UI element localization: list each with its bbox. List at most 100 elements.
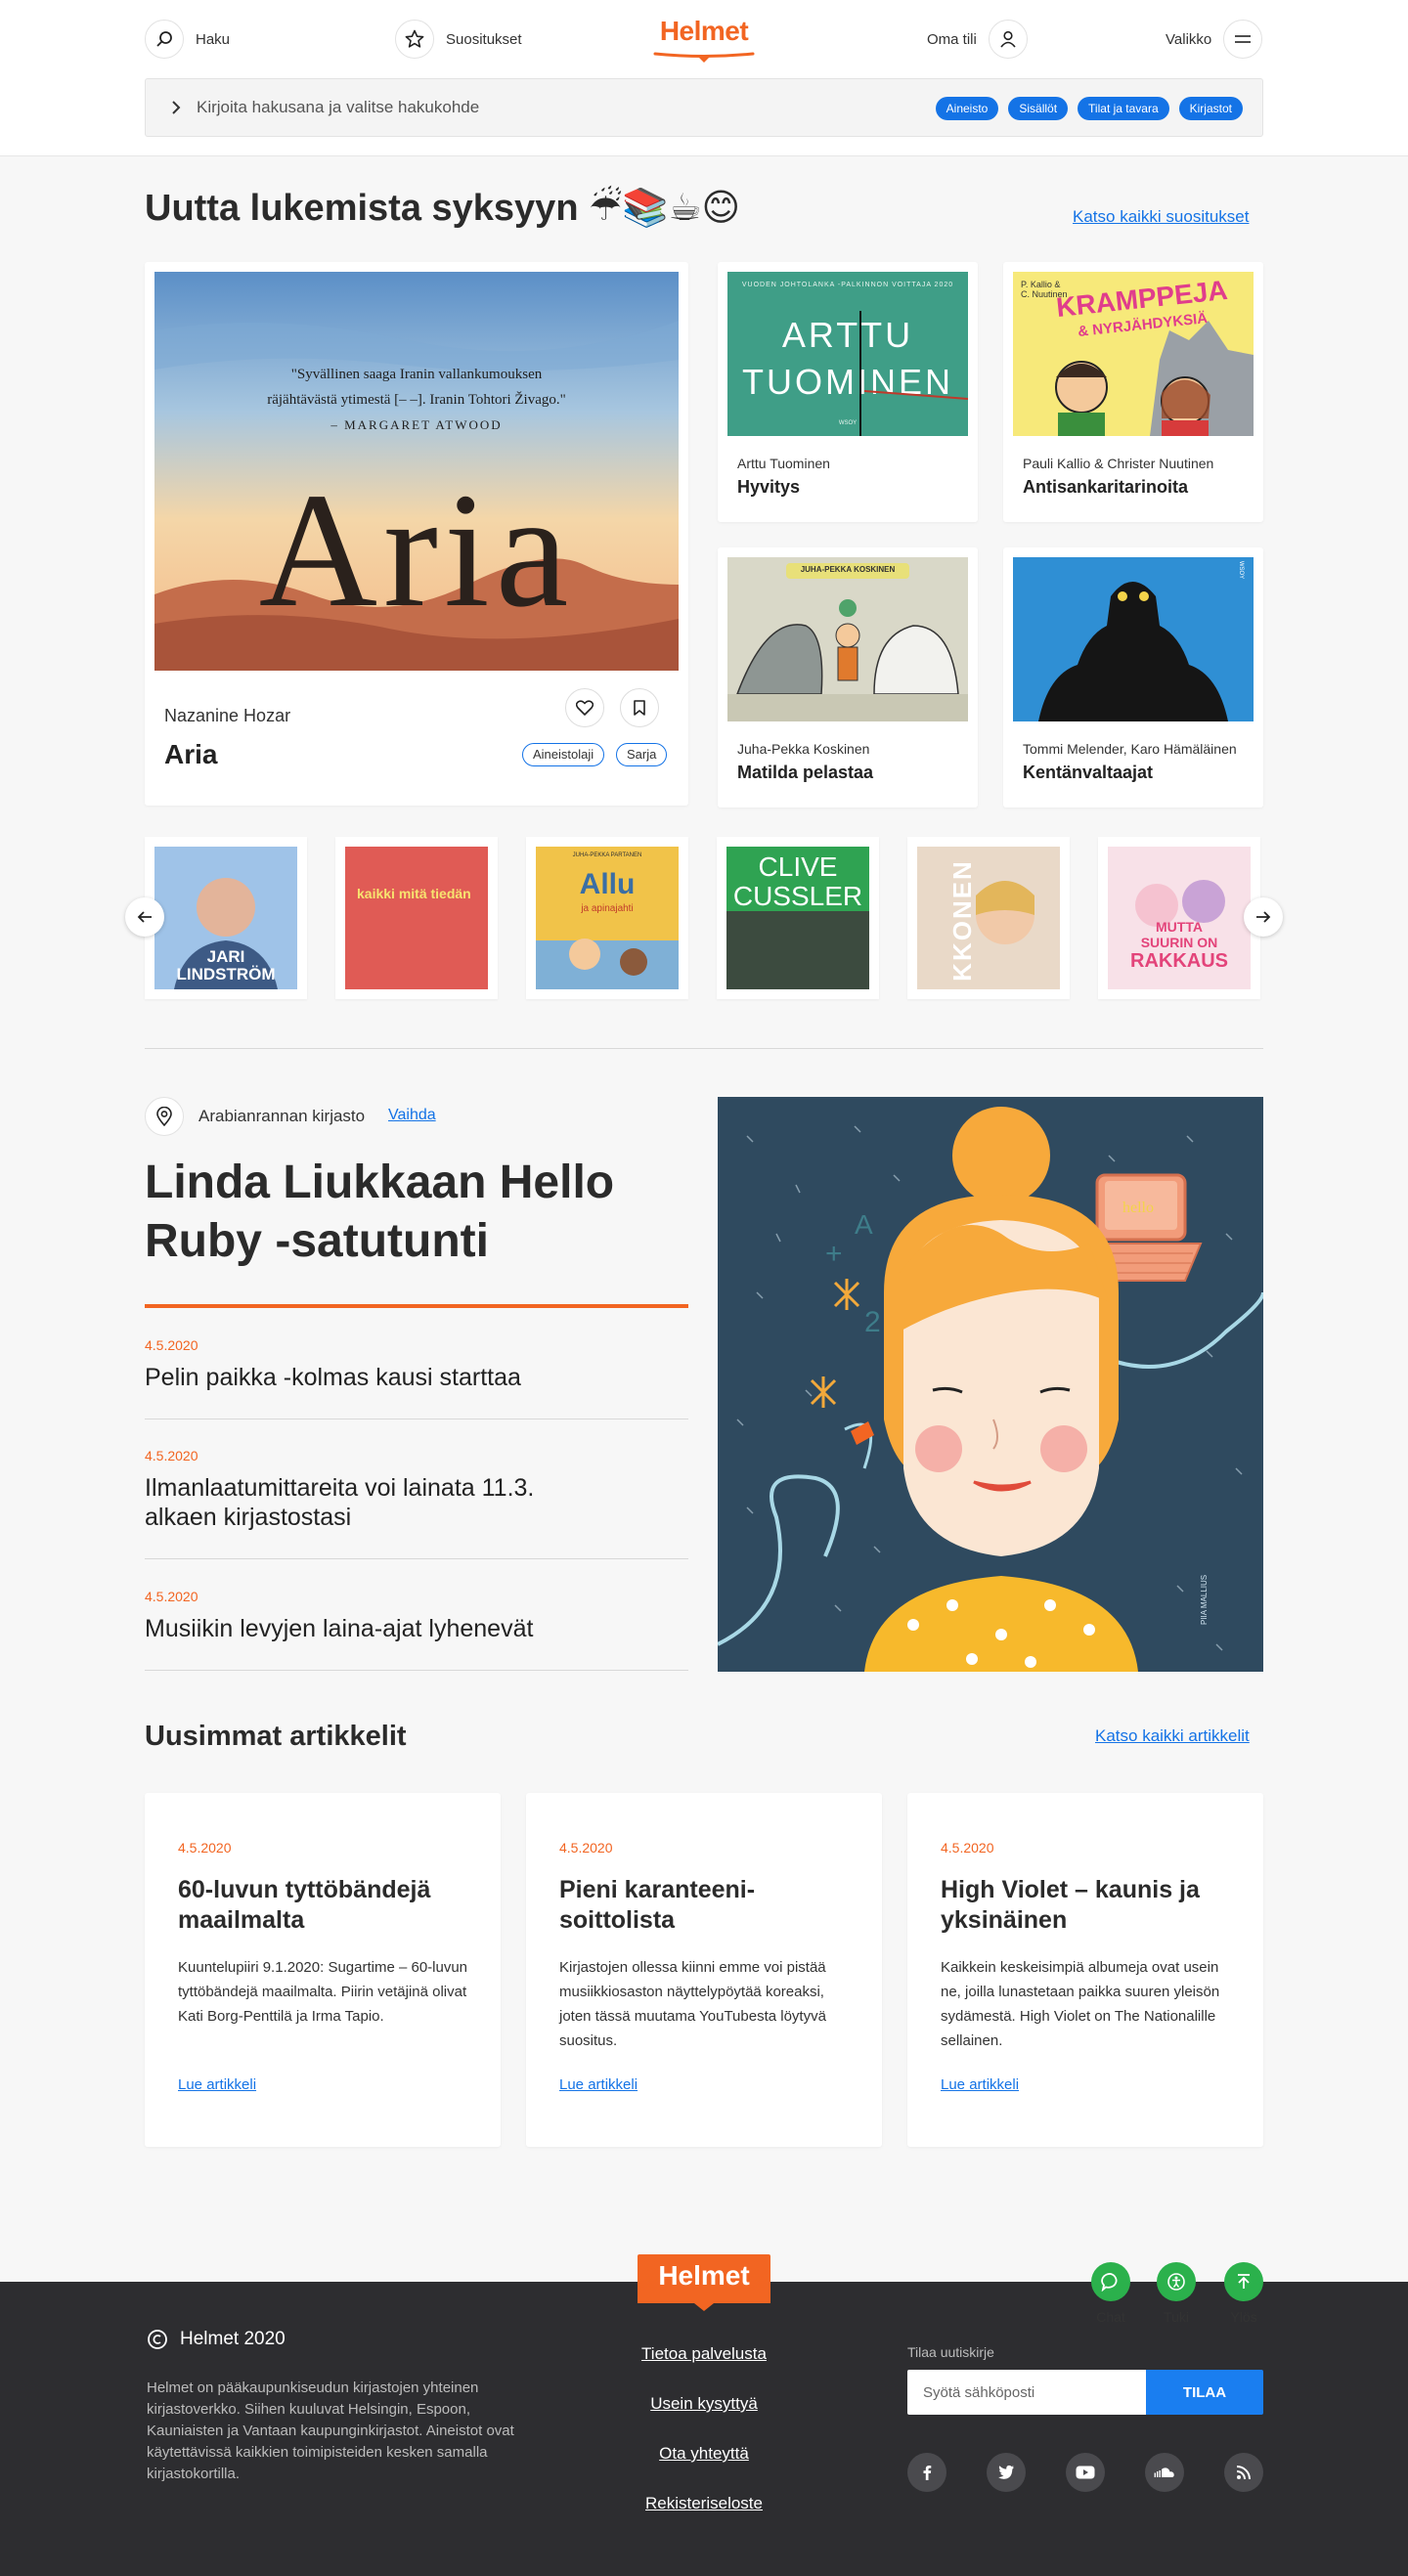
- article-card[interactable]: 4.5.2020 60-luvun tyttöbändejä maailmalt…: [145, 1793, 501, 2147]
- arrow-right-icon: [1256, 911, 1271, 923]
- news-title[interactable]: Pelin paikka -kolmas kausi starttaa: [145, 1363, 688, 1392]
- library-name: Arabianrannan kirjasto: [198, 1107, 366, 1125]
- book-author: Pauli Kallio & Christer Nuutinen: [1023, 456, 1214, 471]
- menu-button[interactable]: Valikko: [1154, 20, 1263, 59]
- tag-aineistolaji[interactable]: Aineistolaji: [522, 743, 605, 766]
- news-item[interactable]: 4.5.2020 Ilmanlaatumittareita voi lainat…: [145, 1448, 688, 1532]
- search-scope-chips: Aineisto Sisällöt Tilat ja tavara Kirjas…: [935, 97, 1243, 120]
- carousel-item[interactable]: JARI LINDSTRÖM: [145, 837, 307, 999]
- article-date: 4.5.2020: [559, 1840, 613, 1856]
- favorites-link[interactable]: Suositukset: [395, 20, 534, 59]
- subscribe-button[interactable]: TILAA: [1146, 2370, 1263, 2415]
- event-illustration: + A 2 hello PIIA MALLIUS: [718, 1097, 1263, 1672]
- book-title[interactable]: Matilda pelastaa: [737, 763, 873, 783]
- book-card[interactable]: WSOY Tommi Melender, Karo Hämäläinen Ken…: [1003, 547, 1263, 808]
- event-title-underline: [145, 1304, 688, 1308]
- footer-logo-text: Helmet: [658, 2260, 750, 2291]
- footer-link-faq[interactable]: Usein kysyttyä: [587, 2394, 821, 2414]
- account-link[interactable]: Oma tili: [915, 20, 1028, 59]
- copyright-icon: [148, 2330, 167, 2349]
- search-input[interactable]: [197, 91, 822, 124]
- star-icon: [395, 20, 434, 59]
- newsletter-email-input[interactable]: [907, 2370, 1146, 2415]
- news-item[interactable]: 4.5.2020 Pelin paikka -kolmas kausi star…: [145, 1337, 688, 1392]
- article-excerpt: Kuuntelupiiri 9.1.2020: Sugartime – 60-l…: [178, 1959, 468, 2025]
- book-cover-thumb: CLIVE CUSSLER: [726, 847, 869, 989]
- carousel-item[interactable]: kaikki mitä tiedän: [335, 837, 498, 999]
- footer-link-about[interactable]: Tietoa palvelusta: [587, 2344, 821, 2364]
- youtube-icon[interactable]: [1066, 2453, 1105, 2492]
- carousel-item[interactable]: JUHA-PEKKA PARTANEN Allu ja apinajahti: [526, 837, 688, 999]
- chip-sisallot[interactable]: Sisällöt: [1008, 97, 1069, 120]
- location-pin-icon: [145, 1097, 184, 1136]
- read-article-link[interactable]: Lue artikkeli: [941, 2076, 1019, 2093]
- news-title[interactable]: Ilmanlaatumittareita voi lainata 11.3. a…: [145, 1473, 594, 1532]
- bookmark-button[interactable]: [620, 688, 659, 727]
- article-date: 4.5.2020: [941, 1840, 994, 1856]
- book-cover-kentanvaltaajat: WSOY: [1013, 557, 1254, 721]
- book-title[interactable]: Aria: [164, 739, 217, 770]
- event-title[interactable]: Linda Liukkaan Hello Ruby -satutunti: [145, 1154, 692, 1271]
- hamburger-icon: [1223, 20, 1263, 59]
- read-article-link[interactable]: Lue artikkeli: [559, 2076, 638, 2093]
- book-title[interactable]: Hyvitys: [737, 477, 800, 498]
- support-button[interactable]: Tuki: [1147, 2262, 1206, 2325]
- soundcloud-icon[interactable]: [1145, 2453, 1184, 2492]
- news-title[interactable]: Musiikin levyjen laina-ajat lyhenevät: [145, 1614, 688, 1643]
- back-to-top-label: Ylös: [1230, 2309, 1257, 2325]
- twitter-icon[interactable]: [987, 2453, 1026, 2492]
- book-cover-hyvitys: VUODEN JOHTOLANKA -PALKINNON VOITTAJA 20…: [727, 272, 968, 436]
- carousel-item[interactable]: CLIVE CUSSLER: [717, 837, 879, 999]
- news-item[interactable]: 4.5.2020 Musiikin levyjen laina-ajat lyh…: [145, 1589, 688, 1643]
- chat-button[interactable]: Chat: [1081, 2262, 1140, 2325]
- see-all-articles-link[interactable]: Katso kaikki artikkelit: [1095, 1726, 1250, 1746]
- thumb-text: MUTTA SUURIN ON RAKKAUS: [1130, 919, 1228, 972]
- carousel-item[interactable]: KKONEN: [907, 837, 1070, 999]
- favorite-button[interactable]: [565, 688, 604, 727]
- facebook-icon[interactable]: [907, 2453, 946, 2492]
- article-card[interactable]: 4.5.2020 Pieni karanteeni-soittolista Ki…: [526, 1793, 882, 2147]
- arrow-left-icon: [137, 911, 152, 923]
- chat-label: Chat: [1096, 2309, 1125, 2325]
- footer-link-contact[interactable]: Ota yhteyttä: [587, 2444, 821, 2464]
- book-author: Nazanine Hozar: [164, 706, 291, 725]
- see-all-recommendations-link[interactable]: Katso kaikki suositukset: [1073, 207, 1249, 227]
- tag-sarja[interactable]: Sarja: [616, 743, 668, 766]
- book-cover-thumb: kaikki mitä tiedän: [345, 847, 488, 989]
- favorites-label: Suositukset: [446, 30, 522, 48]
- footer-link-privacy[interactable]: Rekisteriseloste: [587, 2494, 821, 2513]
- chip-kirjastot[interactable]: Kirjastot: [1178, 97, 1243, 120]
- helmet-logo[interactable]: Helmet: [645, 12, 763, 63]
- book-title[interactable]: Kentänvaltaajat: [1023, 763, 1153, 783]
- support-label: Tuki: [1164, 2309, 1189, 2325]
- carousel-item[interactable]: MUTTA SUURIN ON RAKKAUS: [1098, 837, 1260, 999]
- rss-icon[interactable]: [1224, 2453, 1263, 2492]
- book-card[interactable]: JUHA-PEKKA KOSKINEN Juha-Pekka Koskinen …: [718, 547, 978, 808]
- book-title[interactable]: Antisankaritarinoita: [1023, 477, 1188, 498]
- svg-text:2: 2: [864, 1306, 881, 1338]
- search-toggle[interactable]: Haku: [145, 20, 242, 59]
- book-card[interactable]: P. Kallio & C. Nuutinen KRAMPPEJA & NYRJ…: [1003, 262, 1263, 522]
- book-cover-thumb: JARI LINDSTRÖM: [154, 847, 297, 989]
- article-title[interactable]: High Violet – kaunis ja yksinäinen: [941, 1875, 1234, 1936]
- read-article-link[interactable]: Lue artikkeli: [178, 2076, 256, 2093]
- featured-book-card[interactable]: "Syvällinen saaga Iranin vallankumouksen…: [145, 262, 688, 806]
- change-library-link[interactable]: Vaihda: [388, 1107, 436, 1124]
- back-to-top-button[interactable]: Ylös: [1214, 2262, 1273, 2325]
- article-card[interactable]: 4.5.2020 High Violet – kaunis ja yksinäi…: [907, 1793, 1263, 2147]
- article-title[interactable]: Pieni karanteeni-soittolista: [559, 1875, 853, 1936]
- search-icon: [145, 20, 184, 59]
- article-title[interactable]: 60-luvun tyttöbändejä maailmalta: [178, 1875, 471, 1936]
- carousel-next-button[interactable]: [1244, 897, 1283, 937]
- chip-tilat[interactable]: Tilat ja tavara: [1078, 97, 1169, 120]
- book-cover-matilda-pelastaa: JUHA-PEKKA KOSKINEN: [727, 557, 968, 721]
- chat-icon: [1091, 2262, 1130, 2301]
- carousel-prev-button[interactable]: [125, 897, 164, 937]
- svg-text:PIIA MALLIUS: PIIA MALLIUS: [1200, 1575, 1209, 1625]
- footer-logo[interactable]: Helmet: [636, 2252, 772, 2311]
- book-card[interactable]: VUODEN JOHTOLANKA -PALKINNON VOITTAJA 20…: [718, 262, 978, 522]
- article-excerpt: Kirjastojen ollessa kiinni emme voi pist…: [559, 1959, 826, 2049]
- copyright: Helmet 2020: [147, 2329, 286, 2350]
- chip-aineisto[interactable]: Aineisto: [935, 97, 999, 120]
- logo-underline: [653, 52, 755, 63]
